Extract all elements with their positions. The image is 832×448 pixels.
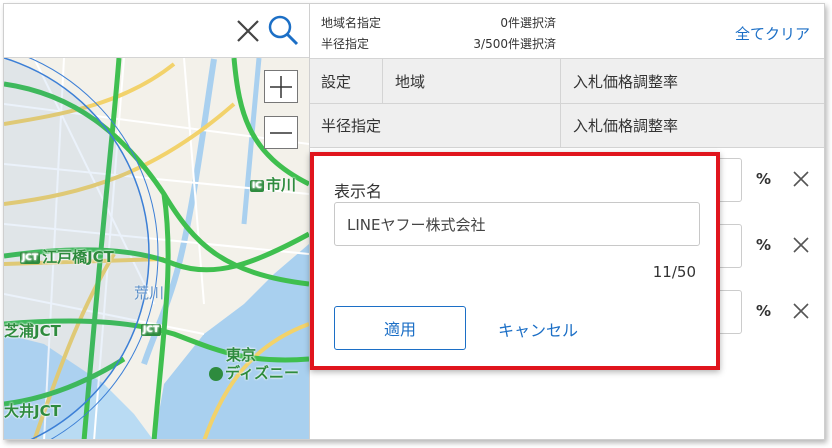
map-label-edobashi-jct: JCT 江戸橋JCT <box>20 248 114 266</box>
percent-label: % <box>756 236 772 254</box>
close-icon[interactable] <box>790 234 812 256</box>
radius-summary: 半径指定 3/500件選択済 <box>321 37 556 51</box>
map-label-arakawa: 荒川 <box>134 284 165 302</box>
char-counter: 11/50 <box>652 263 696 281</box>
ic-badge: IC <box>250 179 264 192</box>
header-rate-2: 入札価格調整率 <box>573 117 679 135</box>
app-window: IC 市川 JCT 江戸橋JCT 荒川 芝浦JCT JCT 東京 ディズニー 大井J… <box>3 3 825 440</box>
display-name-popup: 表示名 11/50 適用 キャンセル <box>310 152 720 370</box>
search-icon[interactable] <box>266 14 300 46</box>
plus-icon <box>270 75 292 98</box>
minus-icon <box>270 131 292 134</box>
apply-button[interactable]: 適用 <box>334 306 466 350</box>
selection-summary: 地域名指定 0件選択済 半径指定 3/500件選択済 全てクリア <box>310 4 824 58</box>
poi-icon <box>209 366 223 381</box>
map-search-bar[interactable] <box>4 4 309 58</box>
close-icon[interactable] <box>234 16 262 46</box>
targeting-panel: 地域名指定 0件選択済 半径指定 3/500件選択済 全てクリア 設定 地域 入札価… <box>309 4 824 439</box>
header-radius: 半径指定 <box>321 117 382 135</box>
region-summary: 地域名指定 0件選択済 <box>321 16 556 30</box>
table-header-region: 設定 地域 入札価格調整率 <box>310 58 824 104</box>
clear-all-link[interactable]: 全てクリア <box>735 23 810 44</box>
map-label-ichikawa: IC 市川 <box>250 176 296 194</box>
header-rate: 入札価格調整率 <box>573 72 679 91</box>
map-label-jct-badge: JCT <box>141 323 162 336</box>
header-setting: 設定 <box>321 72 352 91</box>
close-icon[interactable] <box>790 168 812 190</box>
table-header-radius: 半径指定 入札価格調整率 <box>310 104 824 148</box>
close-icon[interactable] <box>790 300 812 322</box>
popup-title: 表示名 <box>334 182 383 201</box>
display-name-input[interactable] <box>334 202 700 246</box>
zoom-out-button[interactable] <box>264 116 298 149</box>
map-label-shibaura-jct: 芝浦JCT <box>4 322 61 340</box>
map-label-oi-jct: 大井JCT <box>4 402 61 420</box>
jct-badge: JCT <box>20 251 41 264</box>
header-region: 地域 <box>395 72 426 91</box>
percent-label: % <box>756 302 772 320</box>
zoom-in-button[interactable] <box>264 70 298 103</box>
percent-label: % <box>756 170 772 188</box>
cancel-button[interactable]: キャンセル <box>498 317 578 341</box>
map-label-disney: ディズニー <box>209 362 299 383</box>
map-area[interactable]: IC 市川 JCT 江戸橋JCT 荒川 芝浦JCT JCT 東京 ディズニー 大井J… <box>4 4 309 439</box>
